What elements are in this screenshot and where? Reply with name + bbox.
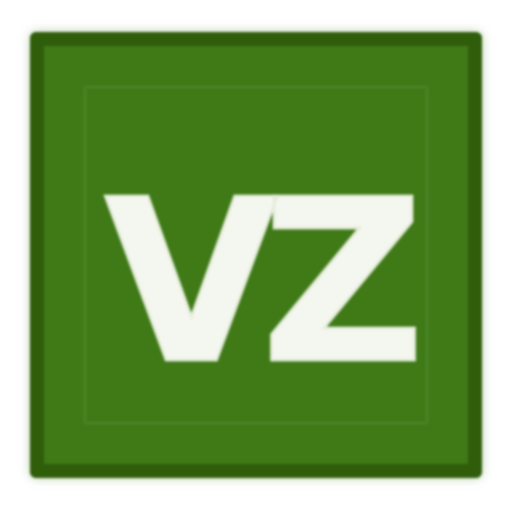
- monogram-container: VZ: [44, 46, 468, 464]
- vz-app-icon[interactable]: VZ: [30, 32, 482, 478]
- monogram-text: VZ: [104, 152, 414, 414]
- monogram-svg: VZ: [103, 151, 433, 416]
- icon-canvas: VZ: [0, 0, 512, 512]
